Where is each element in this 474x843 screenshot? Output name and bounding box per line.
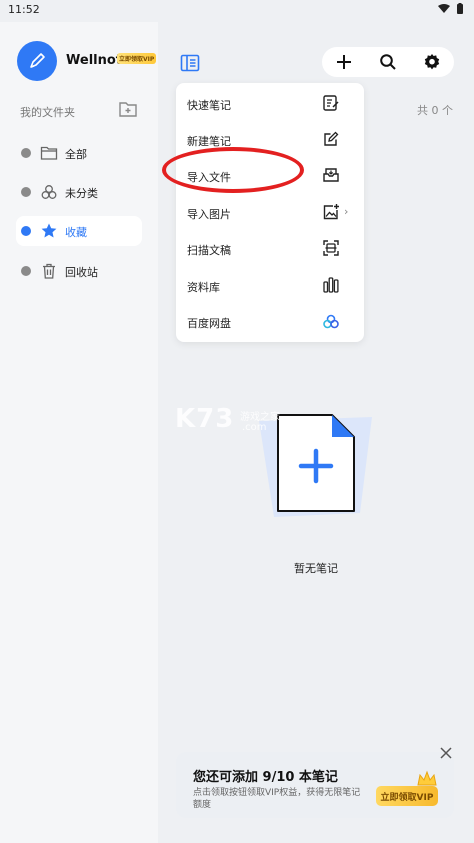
sidebar-item-uncategorized[interactable]: 未分类 bbox=[16, 177, 142, 207]
menu-item-library[interactable]: 资料库 bbox=[176, 267, 364, 303]
nav-dot bbox=[21, 226, 31, 236]
circles-icon bbox=[41, 185, 57, 199]
watermark-sub: 游戏之家 bbox=[240, 412, 280, 423]
add-folder-icon[interactable] bbox=[118, 100, 138, 118]
menu-item-baidu-cloud[interactable]: 百度网盘 bbox=[176, 303, 364, 339]
plus-icon[interactable] bbox=[335, 53, 353, 71]
library-icon bbox=[323, 277, 339, 293]
star-icon bbox=[41, 223, 57, 238]
gear-icon[interactable] bbox=[423, 53, 441, 71]
folder-icon bbox=[40, 146, 58, 160]
menu-item-label: 导入图片 bbox=[187, 208, 231, 221]
vip-tag[interactable]: 立即领取VIP bbox=[117, 53, 157, 64]
sidebar-item-trash[interactable]: 回收站 bbox=[16, 256, 142, 286]
pen-icon bbox=[30, 53, 45, 68]
status-bar: 11:52 bbox=[0, 0, 474, 22]
sidebar-item-all[interactable]: 全部 bbox=[16, 138, 142, 168]
import-file-icon bbox=[323, 168, 339, 182]
avatar[interactable] bbox=[17, 41, 57, 81]
menu-item-label: 百度网盘 bbox=[187, 317, 231, 330]
empty-note-illustration bbox=[259, 414, 372, 517]
empty-state-text: 暂无笔记 bbox=[294, 562, 338, 575]
note-count: 共 0 个 bbox=[417, 104, 453, 117]
sidebar-item-favorites[interactable]: 收藏 bbox=[16, 216, 142, 246]
add-menu: 快速笔记 新建笔记 导入文件 导入图片 › 扫描文稿 资料库 百度网盘 bbox=[176, 83, 364, 342]
sidebar-item-label: 收藏 bbox=[65, 226, 87, 239]
sidebar: Wellnote 立即领取VIP 我的文件夹 全部 未分类 收藏 回收站 bbox=[0, 22, 158, 843]
menu-item-scan[interactable]: 扫描文稿 bbox=[176, 230, 364, 266]
highlight-oval bbox=[162, 147, 304, 193]
promo-title: 您还可添加 9/10 本笔记 bbox=[193, 770, 338, 785]
baidu-cloud-icon bbox=[323, 314, 339, 329]
wifi-icon bbox=[438, 4, 450, 13]
trash-icon bbox=[43, 263, 55, 279]
folders-title: 我的文件夹 bbox=[20, 106, 75, 119]
status-time: 11:52 bbox=[8, 3, 40, 16]
chevron-right-icon: › bbox=[344, 205, 349, 218]
menu-item-label: 快速笔记 bbox=[187, 99, 231, 112]
nav-dot bbox=[21, 187, 31, 197]
watermark-logo: K73 bbox=[175, 404, 235, 434]
quick-note-icon bbox=[323, 95, 339, 111]
menu-item-label: 扫描文稿 bbox=[187, 244, 231, 257]
search-icon[interactable] bbox=[379, 53, 397, 71]
top-toolbar bbox=[322, 47, 454, 77]
menu-item-label: 资料库 bbox=[187, 281, 220, 294]
edit-note-icon bbox=[324, 131, 339, 146]
menu-item-quick-note[interactable]: 快速笔记 bbox=[176, 85, 364, 121]
sidebar-item-label: 未分类 bbox=[65, 187, 98, 200]
menu-item-import-image[interactable]: 导入图片 › bbox=[176, 194, 364, 230]
promo-description: 点击领取按钮领取VIP权益，获得无限笔记额度 bbox=[193, 788, 361, 810]
nav-dot bbox=[21, 148, 31, 158]
scan-icon bbox=[323, 240, 339, 256]
sidebar-item-label: 回收站 bbox=[65, 266, 98, 279]
vip-promo-banner: 您还可添加 9/10 本笔记 点击领取按钮领取VIP权益，获得无限笔记额度 立即… bbox=[176, 752, 454, 818]
claim-vip-button[interactable]: 立即领取VIP bbox=[376, 786, 438, 806]
watermark-domain: .com bbox=[242, 422, 267, 433]
battery-icon bbox=[457, 3, 463, 14]
nav-dot bbox=[21, 266, 31, 276]
close-icon[interactable] bbox=[439, 746, 453, 760]
book-toggle-icon[interactable] bbox=[180, 54, 200, 72]
image-plus-icon bbox=[323, 204, 339, 220]
sidebar-item-label: 全部 bbox=[65, 148, 87, 161]
